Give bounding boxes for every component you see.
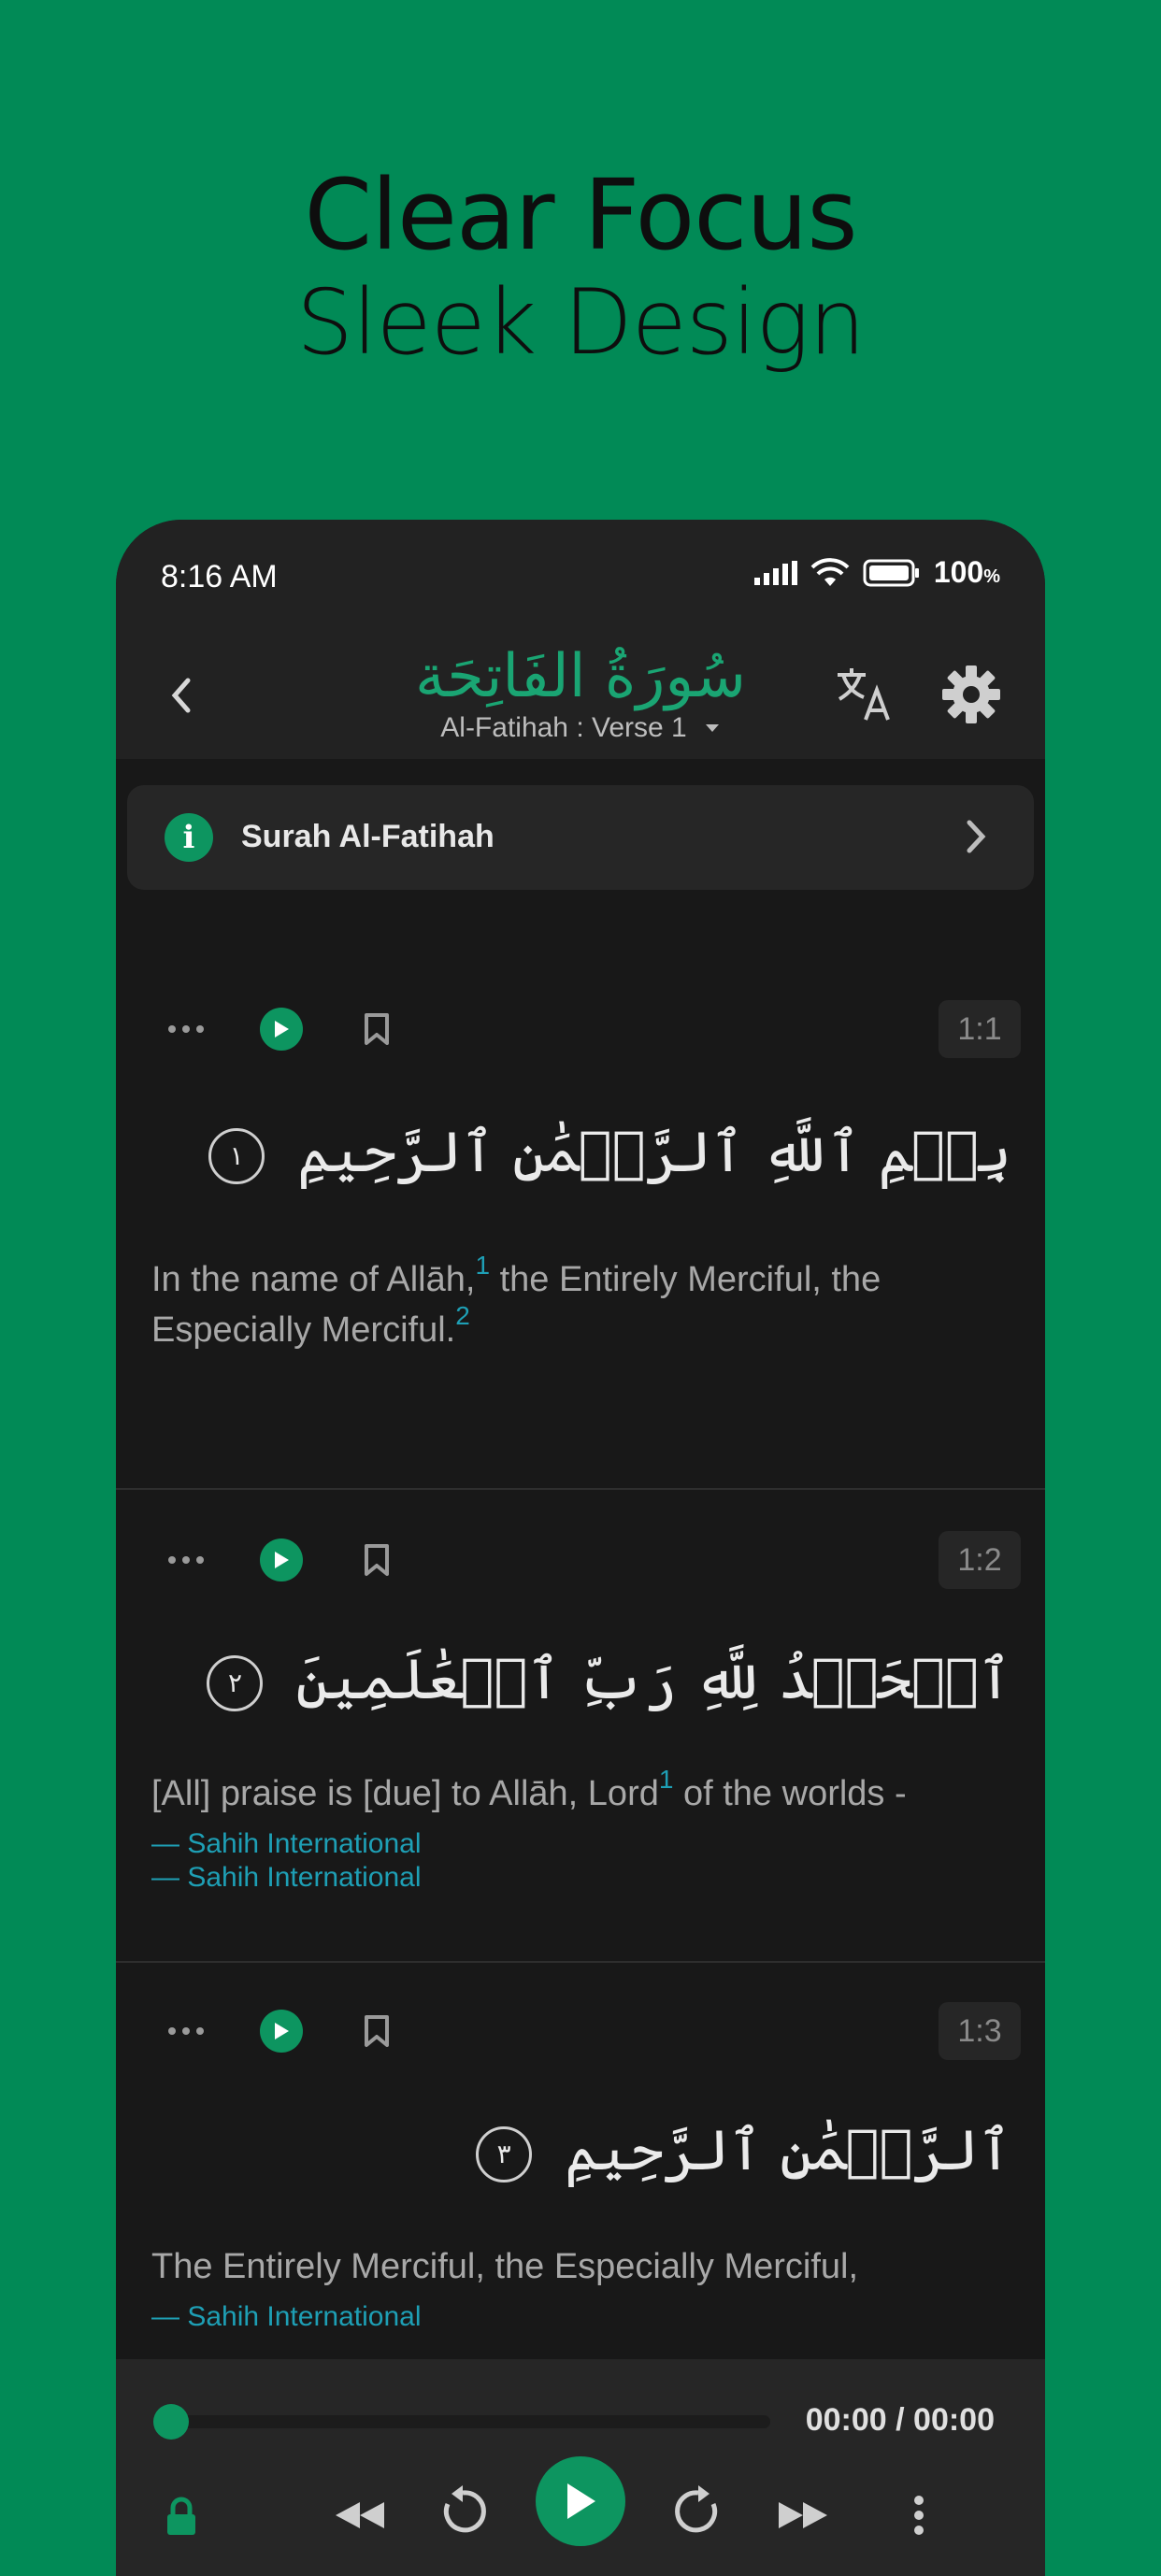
replay-5-button[interactable] bbox=[430, 2479, 495, 2544]
audio-player: 00:00 / 00:00 bbox=[116, 2359, 1045, 2576]
surah-info-card[interactable]: i Surah Al-Fatihah bbox=[127, 785, 1034, 890]
bookmark-icon bbox=[365, 1544, 389, 1576]
more-options-button[interactable] bbox=[886, 2483, 952, 2548]
verse-item: 1:3 ٱلرَّحۡمَٰنِ ٱلرَّحِيمِ ٣ The Entire… bbox=[116, 1961, 1045, 2359]
ayah-marker: ٣ bbox=[476, 2126, 533, 2183]
settings-button[interactable] bbox=[939, 662, 1004, 727]
signal-icon bbox=[753, 560, 797, 585]
play-icon bbox=[275, 2023, 289, 2039]
footnote-link[interactable]: 1 bbox=[475, 1251, 490, 1280]
surah-header[interactable]: سُورَةُ الفَاتِحَة Al-Fatihah : Verse 1 bbox=[350, 637, 811, 744]
play-verse-button[interactable] bbox=[249, 1998, 314, 2064]
replay-5-icon bbox=[443, 2485, 486, 2533]
more-button[interactable] bbox=[153, 1998, 219, 2064]
ayah-marker: ١ bbox=[208, 1128, 265, 1185]
status-time: 8:16 AM bbox=[161, 559, 278, 594]
promo-title: Clear Focus bbox=[304, 158, 857, 272]
main-play-button[interactable] bbox=[536, 2456, 625, 2546]
verse-translation: [All] praise is [due] to Allāh, Lord1 of… bbox=[151, 1765, 907, 1814]
verse-item: 1:2 ٱلۡحَمۡدُ لِلَّهِ رَبِّ ٱلۡعَٰلَمِين… bbox=[116, 1488, 1045, 1963]
bookmark-icon bbox=[365, 2015, 389, 2047]
verse-controls bbox=[153, 1527, 439, 1593]
wifi-icon bbox=[810, 557, 850, 586]
bookmark-button[interactable] bbox=[344, 1998, 409, 2064]
back-button[interactable] bbox=[153, 667, 209, 723]
verse-controls bbox=[153, 1998, 439, 2064]
play-verse-button[interactable] bbox=[249, 1527, 314, 1593]
play-icon bbox=[567, 2483, 595, 2519]
rewind-button[interactable] bbox=[327, 2483, 393, 2548]
dropdown-icon bbox=[705, 724, 719, 732]
more-button[interactable] bbox=[153, 1527, 219, 1593]
ayah-marker: ٢ bbox=[207, 1655, 264, 1712]
promo-subtitle: Sleek Design bbox=[296, 270, 866, 375]
status-bar: 8:16 AM 100% bbox=[116, 520, 1045, 632]
more-icon bbox=[168, 1025, 204, 1033]
bookmark-button[interactable] bbox=[344, 996, 409, 1062]
verse-number-badge: 1:1 bbox=[939, 1000, 1021, 1058]
fast-forward-button[interactable] bbox=[770, 2483, 836, 2548]
app-bar: سُورَةُ الفَاتِحَة Al-Fatihah : Verse 1 bbox=[116, 632, 1045, 759]
fast-forward-icon bbox=[779, 2502, 827, 2528]
back-icon bbox=[171, 678, 191, 713]
battery-icon bbox=[863, 559, 919, 586]
translate-button[interactable] bbox=[834, 664, 896, 725]
time-readout: 00:00 / 00:00 bbox=[805, 2402, 995, 2438]
more-icon bbox=[168, 1556, 204, 1564]
verse-controls bbox=[153, 996, 439, 1062]
more-vertical-icon bbox=[914, 2496, 924, 2535]
forward-5-icon bbox=[675, 2485, 718, 2533]
footnote-link[interactable]: 2 bbox=[455, 1301, 470, 1330]
bookmark-button[interactable] bbox=[344, 1527, 409, 1593]
progress-knob[interactable] bbox=[153, 2404, 189, 2440]
surah-info-label: Surah Al-Fatihah bbox=[241, 819, 494, 854]
play-icon bbox=[275, 1021, 289, 1038]
verse-item: 1:1 بِسۡمِ ٱللَّهِ ٱلرَّحۡمَٰنِ ٱلرَّحِي… bbox=[116, 959, 1045, 1893]
settings-icon bbox=[942, 665, 1000, 723]
bookmark-icon bbox=[365, 1013, 389, 1045]
verse-selector[interactable]: Al-Fatihah : Verse 1 bbox=[350, 712, 811, 744]
verse-arabic: ٱلۡحَمۡدُ لِلَّهِ رَبِّ ٱلۡعَٰلَمِينَ ٢ bbox=[207, 1647, 1011, 1712]
progress-track[interactable] bbox=[172, 2415, 770, 2428]
play-icon bbox=[275, 1552, 289, 1568]
translation-source[interactable]: — Sahih International bbox=[151, 1828, 422, 1860]
lock-icon bbox=[167, 2497, 195, 2535]
verse-arabic: ٱلرَّحۡمَٰنِ ٱلرَّحِيمِ ٣ bbox=[476, 2118, 1011, 2183]
status-icons: 100% bbox=[753, 555, 1000, 590]
more-button[interactable] bbox=[153, 996, 219, 1062]
verse-location: Al-Fatihah : Verse 1 bbox=[440, 712, 687, 743]
lock-button[interactable] bbox=[153, 2488, 209, 2544]
battery-level: 100% bbox=[933, 555, 1000, 589]
forward-5-button[interactable] bbox=[666, 2479, 731, 2544]
more-icon bbox=[168, 2027, 204, 2035]
verse-arabic: بِسۡمِ ٱللَّهِ ٱلرَّحۡمَٰنِ ٱلرَّحِيمِ ١ bbox=[208, 1120, 1011, 1185]
verse-number-badge: 1:2 bbox=[939, 1531, 1021, 1589]
surah-arabic-title: سُورَةُ الفَاتِحَة bbox=[414, 642, 747, 711]
translation-source[interactable]: — Sahih International bbox=[151, 2301, 422, 2333]
translate-icon bbox=[838, 668, 890, 721]
footnote-link[interactable]: 1 bbox=[659, 1765, 674, 1794]
info-icon: i bbox=[165, 813, 213, 862]
verse-translation: In the name of Allāh,1 the Entirely Merc… bbox=[151, 1251, 882, 1351]
chevron-right-icon bbox=[967, 820, 986, 853]
verse-translation: The Entirely Merciful, the Especially Me… bbox=[151, 2247, 859, 2286]
play-verse-button[interactable] bbox=[249, 996, 314, 1062]
rewind-icon bbox=[336, 2502, 384, 2528]
verse-number-badge: 1:3 bbox=[939, 2002, 1021, 2060]
phone-screen: 8:16 AM 100% سُورَةُ الفَاتِحَة Al-Fatih… bbox=[116, 520, 1045, 2576]
promo-header: Clear Focus Sleek Design bbox=[0, 159, 1161, 374]
